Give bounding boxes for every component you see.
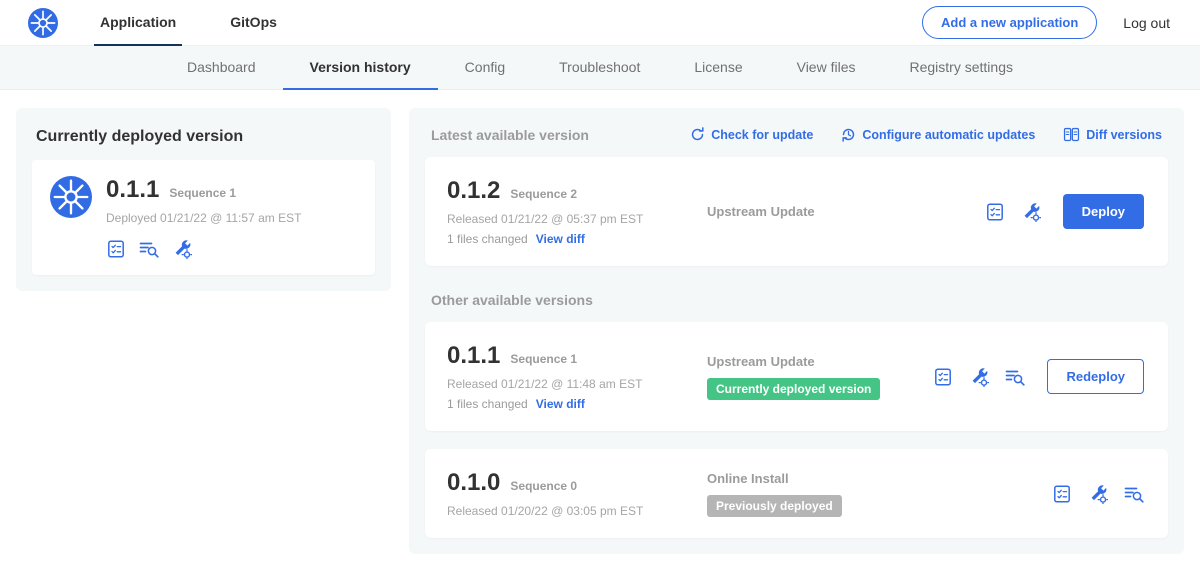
edit-config-icon[interactable] [969, 367, 989, 387]
version-info: 0.1.0 Sequence 0 Released 01/20/22 @ 03:… [447, 469, 697, 518]
source-label: Upstream Update [707, 204, 985, 219]
files-changed-label: 1 files changed [447, 397, 528, 411]
subnav-item-license[interactable]: License [667, 46, 769, 90]
deployed-actions [106, 239, 301, 259]
diff-icon [1063, 126, 1080, 143]
edit-config-icon[interactable] [1088, 484, 1108, 504]
released-timestamp: Released 01/21/22 @ 11:48 am EST [447, 377, 697, 391]
currently-deployed-panel: Currently deployed version 0.1.1 Sequenc… [16, 108, 391, 291]
subnav-item-view-files[interactable]: View files [770, 46, 883, 90]
diff-versions-button[interactable]: Diff versions [1063, 126, 1162, 143]
sequence-label: Sequence 2 [510, 187, 577, 201]
version-source: Online Install Previously deployed [697, 471, 1052, 517]
panel-header-actions: Check for update Configure automatic upd… [690, 126, 1162, 143]
release-notes-icon[interactable] [985, 202, 1005, 222]
currently-deployed-title: Currently deployed version [36, 128, 373, 146]
version-actions: Redeploy [933, 359, 1146, 394]
deployed-version-card: 0.1.1 Sequence 1 Deployed 01/21/22 @ 11:… [32, 160, 375, 275]
available-versions-panel: Latest available version Check for updat… [409, 108, 1184, 554]
tab-gitops[interactable]: GitOps [224, 0, 283, 46]
view-diff-link[interactable]: View diff [536, 397, 585, 411]
check-for-update-button[interactable]: Check for update [690, 127, 813, 142]
configure-automatic-updates-button[interactable]: Configure automatic updates [841, 127, 1035, 142]
files-changed-label: 1 files changed [447, 232, 528, 246]
available-panel-header: Latest available version Check for updat… [425, 124, 1168, 143]
version-number: 0.1.0 [447, 469, 500, 497]
sequence-label: Sequence 1 [510, 352, 577, 366]
app-logo-icon [50, 176, 92, 218]
release-notes-icon[interactable] [1052, 484, 1072, 504]
logout-link[interactable]: Log out [1123, 15, 1170, 31]
released-timestamp: Released 01/21/22 @ 05:37 pm EST [447, 212, 697, 226]
subnav-item-dashboard[interactable]: Dashboard [160, 46, 283, 90]
deployed-sequence-label: Sequence 1 [169, 186, 236, 200]
version-source: Upstream Update [697, 204, 985, 219]
view-files-icon[interactable] [1005, 367, 1025, 387]
edit-config-icon[interactable] [172, 239, 192, 259]
sequence-label: Sequence 0 [510, 479, 577, 493]
edit-config-icon[interactable] [1021, 202, 1041, 222]
configure-automatic-updates-label: Configure automatic updates [862, 128, 1035, 142]
app-type-tabs: Application GitOps [94, 0, 325, 46]
source-label: Online Install [707, 471, 1052, 486]
view-files-icon[interactable] [139, 239, 159, 259]
other-available-versions-title: Other available versions [431, 292, 1162, 308]
latest-available-title: Latest available version [431, 127, 589, 143]
version-actions: Deploy [985, 194, 1146, 229]
view-files-icon[interactable] [1124, 484, 1144, 504]
release-notes-icon[interactable] [106, 239, 126, 259]
deployed-version-number: 0.1.1 [106, 176, 159, 204]
version-history-page: Currently deployed version 0.1.1 Sequenc… [0, 90, 1200, 572]
version-card-0-1-1: 0.1.1 Sequence 1 Released 01/21/22 @ 11:… [425, 322, 1168, 431]
app-subnav: Dashboard Version history Config Trouble… [0, 46, 1200, 90]
kubernetes-logo-icon [28, 8, 58, 38]
refresh-icon [690, 127, 705, 142]
subnav-item-troubleshoot[interactable]: Troubleshoot [532, 46, 667, 90]
deploy-button[interactable]: Deploy [1063, 194, 1144, 229]
diff-versions-label: Diff versions [1086, 128, 1162, 142]
topbar: Application GitOps Add a new application… [0, 0, 1200, 46]
version-info: 0.1.1 Sequence 1 Released 01/21/22 @ 11:… [447, 342, 697, 411]
previously-deployed-badge: Previously deployed [707, 495, 842, 517]
clock-refresh-icon [841, 127, 856, 142]
release-notes-icon[interactable] [933, 367, 953, 387]
version-number: 0.1.1 [447, 342, 500, 370]
version-card-0-1-0: 0.1.0 Sequence 0 Released 01/20/22 @ 03:… [425, 449, 1168, 538]
redeploy-button[interactable]: Redeploy [1047, 359, 1144, 394]
check-for-update-label: Check for update [711, 128, 813, 142]
source-label: Upstream Update [707, 354, 933, 369]
add-application-button[interactable]: Add a new application [922, 6, 1097, 39]
view-diff-link[interactable]: View diff [536, 232, 585, 246]
tab-application[interactable]: Application [94, 0, 182, 46]
released-timestamp: Released 01/20/22 @ 03:05 pm EST [447, 504, 697, 518]
deployed-timestamp: Deployed 01/21/22 @ 11:57 am EST [106, 211, 301, 225]
topbar-right: Add a new application Log out [922, 6, 1170, 39]
version-info: 0.1.2 Sequence 2 Released 01/21/22 @ 05:… [447, 177, 697, 246]
subnav-item-version-history[interactable]: Version history [283, 46, 438, 90]
version-source: Upstream Update Currently deployed versi… [697, 354, 933, 400]
subnav-item-registry-settings[interactable]: Registry settings [883, 46, 1040, 90]
subnav-item-config[interactable]: Config [438, 46, 532, 90]
currently-deployed-badge: Currently deployed version [707, 378, 880, 400]
deployed-version-info: 0.1.1 Sequence 1 Deployed 01/21/22 @ 11:… [106, 176, 301, 259]
version-number: 0.1.2 [447, 177, 500, 205]
version-actions [1052, 484, 1146, 504]
version-card-latest: 0.1.2 Sequence 2 Released 01/21/22 @ 05:… [425, 157, 1168, 266]
